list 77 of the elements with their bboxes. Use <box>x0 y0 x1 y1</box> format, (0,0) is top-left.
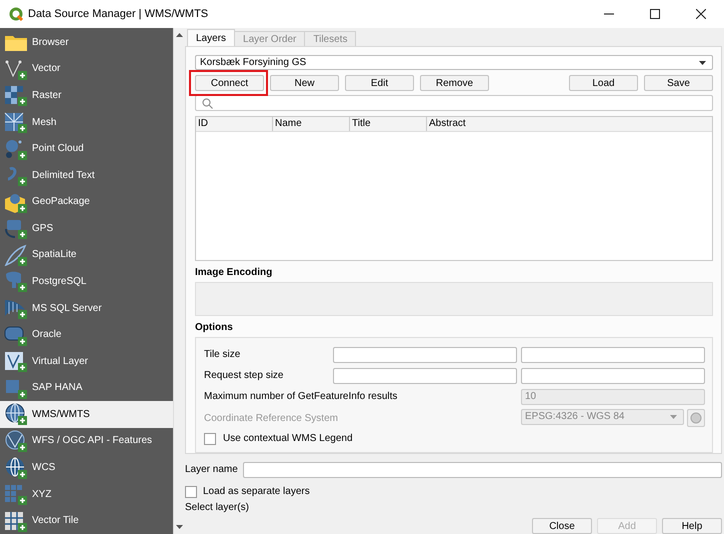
sidebar-item[interactable]: SAP HANA <box>0 374 173 402</box>
sidebar-item[interactable]: Virtual Layer <box>0 348 173 375</box>
maximize-icon <box>650 9 660 19</box>
layer-table[interactable]: ID Name Title Abstract <box>195 116 713 261</box>
point-cloud-icon <box>4 138 27 160</box>
sidebar-item[interactable]: Oracle <box>0 321 173 348</box>
dropdown-arrow-icon <box>670 415 677 419</box>
sidebar-item[interactable]: Vector <box>0 56 173 82</box>
app-logo-icon <box>9 7 23 21</box>
sidebar-item[interactable]: XYZ <box>0 480 173 508</box>
globe-icon <box>4 456 27 479</box>
input-field[interactable] <box>242 462 722 478</box>
sidebar-item[interactable]: WMS/WMTS <box>0 401 173 428</box>
sidebar-item[interactable]: PostgreSQL <box>0 268 173 295</box>
section-title: Image Encoding <box>195 267 274 279</box>
sidebar-item[interactable]: WCS <box>0 454 173 481</box>
field-label: Maximum number of GetFeatureInfo results <box>204 391 398 402</box>
checkbox[interactable] <box>204 432 216 444</box>
button[interactable]: Save <box>644 75 713 91</box>
input-field[interactable] <box>333 368 517 384</box>
scrollbar[interactable] <box>173 28 184 534</box>
rounded-rect-icon <box>4 324 27 346</box>
feather-icon <box>4 244 27 266</box>
vector-icon <box>4 58 27 80</box>
field-label: Coordinate Reference System <box>204 412 339 424</box>
field-label: Layer name <box>185 464 238 475</box>
search-icon <box>202 98 213 108</box>
sidebar-item[interactable]: Point Cloud <box>0 135 173 162</box>
button[interactable]: New <box>270 75 339 91</box>
button[interactable]: Load <box>569 75 638 91</box>
input-field[interactable] <box>333 346 517 362</box>
dropdown-arrow-icon <box>699 60 706 64</box>
sidebar-item[interactable]: GeoPackage <box>0 188 173 216</box>
button[interactable]: Close <box>532 518 592 534</box>
sidebar-item[interactable]: Mesh <box>0 108 173 136</box>
field-label: Request step size <box>204 370 284 381</box>
status-text: Select layer(s) <box>185 502 250 514</box>
tab[interactable]: Layers <box>187 29 236 46</box>
input-field[interactable] <box>521 346 705 362</box>
section-title: Options <box>195 322 234 334</box>
globe-icon <box>4 430 27 452</box>
crs-button[interactable] <box>687 409 705 427</box>
mesh-icon <box>4 111 27 134</box>
globe-icon <box>4 403 27 426</box>
field-label: Tile size <box>204 349 242 360</box>
input-field[interactable] <box>521 368 705 384</box>
column-header[interactable]: ID <box>196 117 273 131</box>
virtual-layer-icon <box>4 350 27 372</box>
sidebar-item[interactable]: GPS <box>0 215 173 242</box>
checkbox[interactable] <box>185 486 197 498</box>
sidebar-item[interactable]: SpatiaLite <box>0 242 173 268</box>
grid-icon <box>4 510 27 532</box>
button[interactable]: Remove <box>420 75 489 91</box>
checker-icon <box>4 84 27 106</box>
column-header[interactable]: Title <box>350 117 427 131</box>
close-icon <box>696 9 706 19</box>
button[interactable]: Edit <box>345 75 414 91</box>
connection-dropdown[interactable]: Korsbæk Forsyining GS <box>195 55 713 70</box>
search-field[interactable] <box>195 95 713 111</box>
column-header[interactable]: Name <box>273 117 350 131</box>
window-title: Data Source Manager | WMS/WMTS <box>28 8 208 20</box>
checkbox-label: Use contextual WMS Legend <box>223 433 353 444</box>
globe-icon <box>690 412 702 424</box>
scroll-up-icon <box>176 33 182 37</box>
sidebar-item[interactable]: Browser <box>0 29 173 56</box>
sidebar-item[interactable]: MS SQL Server <box>0 294 173 322</box>
button[interactable]: Help <box>662 518 722 534</box>
sidebar-item[interactable]: Delimited Text <box>0 162 173 188</box>
sidebar-item[interactable]: Raster <box>0 82 173 109</box>
button[interactable]: Connect <box>195 75 264 91</box>
grid-icon <box>4 483 27 506</box>
scroll-down-icon <box>176 525 182 529</box>
device-icon <box>4 217 27 240</box>
sidebar-item[interactable]: Vector Tile <box>0 507 173 534</box>
sidebar-item[interactable]: WFS / OGC API - Features <box>0 428 173 454</box>
checkbox-label: Load as separate layers <box>203 486 310 497</box>
column-header[interactable]: Abstract <box>427 117 712 131</box>
